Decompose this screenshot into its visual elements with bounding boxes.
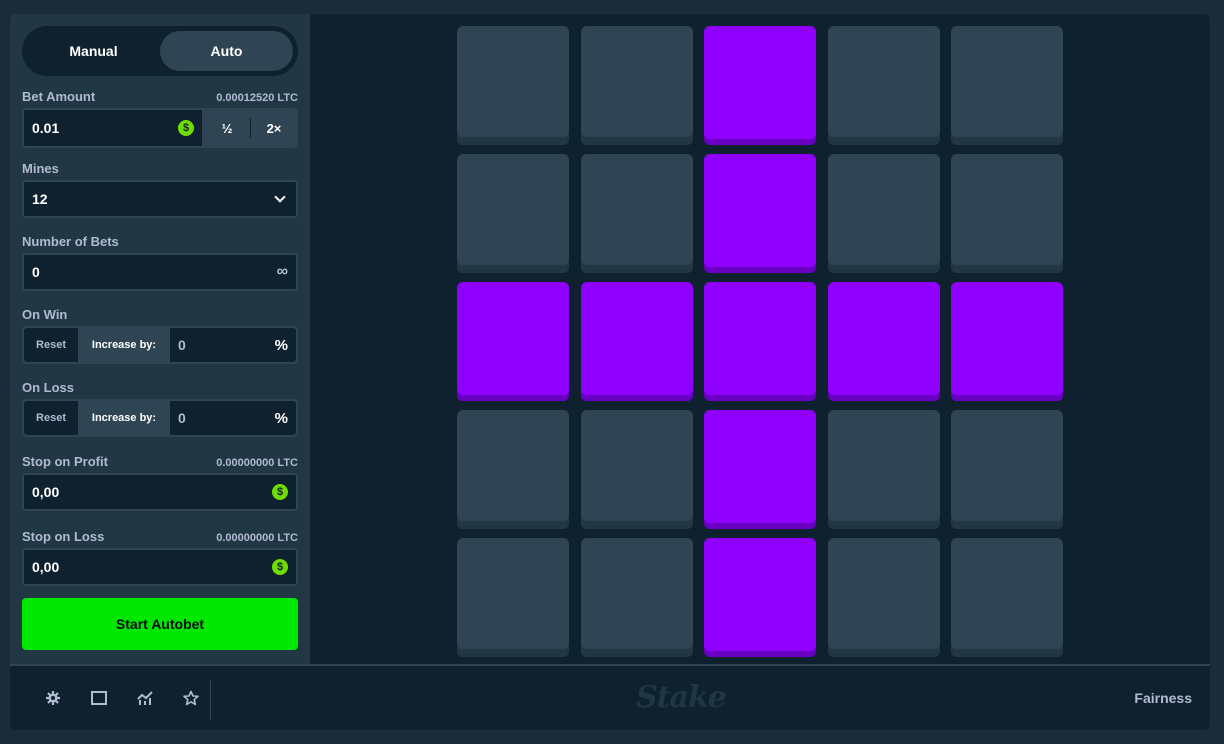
mines-grid — [457, 26, 1063, 657]
on-win-row: Reset Increase by: 0 % — [22, 326, 298, 364]
mines-header: Mines — [22, 160, 298, 176]
half-bet-button[interactable]: ½ — [204, 108, 250, 148]
grid-tile-selected[interactable] — [704, 410, 816, 529]
on-loss-increase-button[interactable]: Increase by: — [78, 401, 170, 435]
double-bet-button[interactable]: 2× — [251, 108, 297, 148]
grid-tile[interactable] — [951, 26, 1063, 145]
stop-on-loss-value: 0,00 — [32, 559, 60, 575]
bet-sidebar: Manual Auto Bet Amount 0.00012520 LTC 0.… — [10, 14, 310, 664]
on-win-header: On Win — [22, 306, 298, 322]
grid-tile-selected[interactable] — [457, 282, 569, 401]
grid-tile[interactable] — [580, 538, 693, 657]
stop-on-loss-crypto: 0.00000000 LTC — [216, 532, 298, 544]
grid-tile[interactable] — [580, 410, 693, 529]
stop-on-profit-header: Stop on Profit 0.00000000 LTC — [22, 453, 298, 469]
stop-on-loss-input[interactable]: 0,00 $ — [22, 548, 298, 586]
grid-tile[interactable] — [951, 154, 1063, 273]
manual-tab[interactable]: Manual — [27, 31, 160, 71]
grid-tile-selected[interactable] — [704, 538, 816, 657]
grid-tile-selected[interactable] — [704, 154, 816, 273]
grid-tile[interactable] — [827, 26, 940, 145]
dollar-icon: $ — [178, 120, 194, 136]
on-loss-reset-button[interactable]: Reset — [24, 401, 78, 435]
number-of-bets-header: Number of Bets — [22, 233, 298, 249]
stop-on-profit-label: Stop on Profit — [22, 454, 108, 469]
on-loss-row: Reset Increase by: 0 % — [22, 399, 298, 437]
stop-on-loss-header: Stop on Loss 0.00000000 LTC — [22, 528, 298, 544]
footer-bar: Stake Fairness — [10, 664, 1210, 730]
on-win-increase-button[interactable]: Increase by: — [78, 328, 170, 362]
on-loss-increase-input[interactable]: 0 % — [170, 401, 296, 435]
number-of-bets-input[interactable]: 0 ∞ — [22, 253, 298, 291]
dollar-icon: $ — [272, 559, 288, 575]
on-win-reset-button[interactable]: Reset — [24, 328, 78, 362]
grid-tile-selected[interactable] — [827, 282, 940, 401]
on-loss-header: On Loss — [22, 379, 298, 395]
grid-tile[interactable] — [457, 538, 569, 657]
on-win-increase-input[interactable]: 0 % — [170, 328, 296, 362]
bet-amount-value: 0.01 — [32, 120, 60, 136]
mode-toggle: Manual Auto — [22, 26, 298, 76]
grid-tile[interactable] — [457, 154, 569, 273]
stop-on-profit-input[interactable]: 0,00 $ — [22, 473, 298, 511]
start-autobet-button[interactable]: Start Autobet — [22, 598, 298, 650]
number-of-bets-value: 0 — [32, 264, 40, 280]
number-of-bets-label: Number of Bets — [22, 234, 119, 249]
stop-on-loss-label: Stop on Loss — [22, 529, 105, 544]
stop-on-profit-value: 0,00 — [32, 484, 60, 500]
dollar-icon: $ — [272, 484, 288, 500]
grid-tile[interactable] — [827, 410, 940, 529]
grid-tile-selected[interactable] — [704, 26, 816, 145]
mines-board-area — [310, 14, 1210, 664]
bet-amount-label: Bet Amount — [22, 89, 96, 104]
square-icon[interactable] — [76, 666, 122, 730]
auto-tab[interactable]: Auto — [160, 31, 293, 71]
stop-on-profit-crypto: 0.00000000 LTC — [216, 457, 298, 469]
grid-tile[interactable] — [951, 410, 1063, 529]
on-win-label: On Win — [22, 307, 68, 322]
infinity-icon[interactable]: ∞ — [277, 263, 288, 281]
on-loss-label: On Loss — [22, 380, 75, 395]
grid-tile[interactable] — [580, 26, 693, 145]
footer-divider — [210, 680, 211, 720]
grid-tile-selected[interactable] — [951, 282, 1063, 401]
percent-icon: % — [274, 409, 288, 427]
grid-tile[interactable] — [827, 538, 940, 657]
footer-icons — [30, 666, 214, 730]
grid-tile[interactable] — [827, 154, 940, 273]
percent-icon: % — [274, 336, 288, 354]
bet-amount-crypto: 0.00012520 LTC — [216, 92, 298, 104]
stats-icon[interactable] — [122, 666, 168, 730]
mines-value: 12 — [32, 191, 48, 207]
gear-icon[interactable] — [30, 666, 76, 730]
grid-tile-selected[interactable] — [580, 282, 693, 401]
grid-tile[interactable] — [457, 26, 569, 145]
mines-game-window: Manual Auto Bet Amount 0.00012520 LTC 0.… — [10, 14, 1210, 730]
grid-tile[interactable] — [580, 154, 693, 273]
grid-tile-selected[interactable] — [704, 282, 816, 401]
on-win-value: 0 — [178, 337, 186, 353]
fairness-link[interactable]: Fairness — [1134, 690, 1192, 706]
chevron-down-icon — [274, 191, 286, 203]
grid-tile[interactable] — [951, 538, 1063, 657]
bet-amount-input[interactable]: 0.01 $ — [22, 108, 204, 148]
on-loss-value: 0 — [178, 410, 186, 426]
grid-tile[interactable] — [457, 410, 569, 529]
bet-amount-header: Bet Amount 0.00012520 LTC — [22, 88, 298, 104]
mines-label: Mines — [22, 161, 59, 176]
bet-amount-row: 0.01 $ ½ 2× — [22, 108, 298, 148]
stake-logo: Stake — [636, 680, 727, 715]
star-icon[interactable] — [168, 666, 214, 730]
mines-select[interactable]: 12 — [22, 180, 298, 218]
